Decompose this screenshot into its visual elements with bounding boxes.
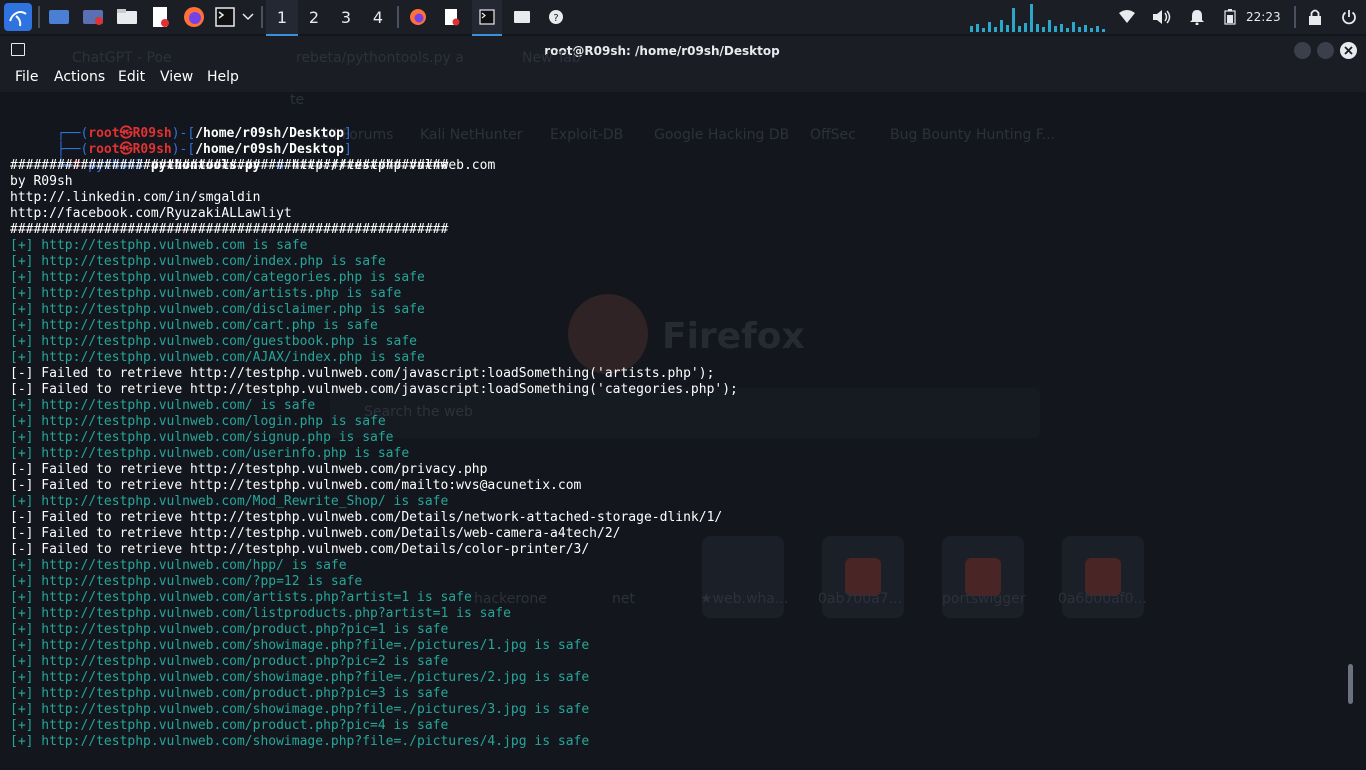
file-manager-icon[interactable] (115, 5, 139, 29)
result-safe-line: [+] http://testphp.vulnweb.com/login.php… (10, 414, 386, 429)
result-safe-line: [+] http://testphp.vulnweb.com/AJAX/inde… (10, 350, 425, 365)
banner-rule: ########################################… (10, 158, 449, 173)
window-task-icon[interactable] (509, 5, 535, 29)
chevron-down-icon[interactable] (241, 5, 255, 29)
cpu-graph (970, 4, 1105, 32)
result-fail-line: [-] Failed to retrieve http://testphp.vu… (10, 526, 621, 541)
terminal-task-icon[interactable] (472, 0, 502, 36)
result-fail-line: [-] Failed to retrieve http://testphp.vu… (10, 542, 590, 557)
banner-link: http://facebook.com/RyuzakiALLawliyt (10, 206, 292, 221)
help-task-icon[interactable]: ? (543, 5, 569, 29)
firefox-icon[interactable] (182, 5, 206, 29)
workspace-2[interactable]: 2 (298, 0, 330, 34)
result-safe-line: [+] http://testphp.vulnweb.com/cart.php … (10, 318, 378, 333)
banner-author: by R09sh (10, 174, 73, 189)
minimize-button[interactable] (1294, 42, 1311, 59)
result-safe-line: [+] http://testphp.vulnweb.com/product.p… (10, 654, 449, 669)
result-safe-line: [+] http://testphp.vulnweb.com/product.p… (10, 622, 449, 637)
result-fail-line: [-] Failed to retrieve http://testphp.vu… (10, 510, 723, 525)
result-safe-line: [+] http://testphp.vulnweb.com/showimage… (10, 702, 590, 717)
taskbar-separator (38, 6, 40, 28)
screen-recorder-icon[interactable] (81, 5, 105, 29)
result-safe-line: [+] http://testphp.vulnweb.com/artists.p… (10, 286, 402, 301)
result-safe-line: [+] http://testphp.vulnweb.com/?pp=12 is… (10, 574, 363, 589)
terminal-window: root@R09sh: /home/r09sh/Desktop File Act… (0, 36, 1366, 768)
result-safe-line: [+] http://testphp.vulnweb.com/product.p… (10, 686, 449, 701)
svg-text:?: ? (553, 13, 558, 24)
result-safe-line: [+] http://testphp.vulnweb.com/index.php… (10, 254, 386, 269)
power-icon[interactable] (1339, 5, 1359, 29)
text-editor-icon[interactable] (150, 5, 172, 29)
result-safe-line: [+] http://testphp.vulnweb.com/showimage… (10, 734, 590, 749)
prompt-line: ├──(root㉿R09sh)-[/home/r09sh/Desktop] (10, 126, 352, 157)
result-safe-line: [+] http://testphp.vulnweb.com/hpp/ is s… (10, 558, 347, 573)
ghost-tab: ChatGPT - Poe (72, 50, 172, 66)
taskbar-separator (1294, 6, 1296, 28)
menu-view[interactable]: View (160, 69, 193, 85)
result-safe-line: [+] http://testphp.vulnweb.com/showimage… (10, 670, 590, 685)
result-fail-line: [-] Failed to retrieve http://testphp.vu… (10, 366, 715, 381)
command-line: └─# python3 pythontools.py -u http://tes… (10, 142, 495, 173)
volume-icon[interactable] (1151, 5, 1173, 29)
banner-rule: ########################################… (10, 222, 449, 237)
taskbar-separator (397, 6, 399, 28)
text-editor-task-icon[interactable] (439, 5, 465, 29)
scrollbar-thumb[interactable] (1348, 664, 1353, 704)
menu-actions[interactable]: Actions (54, 69, 105, 85)
ghost-tab: New Tab (522, 50, 581, 66)
result-safe-line: [+] http://testphp.vulnweb.com/guestbook… (10, 334, 417, 349)
result-safe-line: [+] http://testphp.vulnweb.com/artists.p… (10, 590, 472, 605)
menu-file[interactable]: File (15, 69, 38, 85)
window-title: root@R09sh: /home/r09sh/Desktop (544, 44, 780, 58)
result-safe-line: [+] http://testphp.vulnweb.com/disclaime… (10, 302, 425, 317)
ghost-url: te (290, 92, 305, 108)
result-safe-line: [+] http://testphp.vulnweb.com/showimage… (10, 638, 590, 653)
menu-help[interactable]: Help (207, 69, 239, 85)
wifi-icon[interactable] (1117, 5, 1137, 29)
result-safe-line: [+] http://testphp.vulnweb.com is safe (10, 238, 308, 253)
result-safe-line: [+] http://testphp.vulnweb.com/ is safe (10, 398, 316, 413)
taskbar-separator (261, 6, 263, 28)
result-fail-line: [-] Failed to retrieve http://testphp.vu… (10, 382, 738, 397)
result-fail-line: [-] Failed to retrieve http://testphp.vu… (10, 478, 582, 493)
taskbar: 1 2 3 4 ? 22:23 (0, 0, 1366, 36)
ghost-tab: rebeta/pythontools.py a (296, 50, 464, 66)
result-safe-line: [+] http://testphp.vulnweb.com/product.p… (10, 718, 449, 733)
workspace-3[interactable]: 3 (330, 0, 362, 34)
firefox-task-icon[interactable] (405, 5, 431, 29)
result-safe-line: [+] http://testphp.vulnweb.com/categorie… (10, 270, 425, 285)
clock[interactable]: 22:23 (1246, 0, 1281, 34)
prompt-line: ┌──(root㉿R09sh)-[/home/r09sh/Desktop] (10, 110, 352, 141)
menu-edit[interactable]: Edit (118, 69, 145, 85)
result-fail-line: [-] Failed to retrieve http://testphp.vu… (10, 462, 488, 477)
close-icon (1344, 46, 1353, 55)
battery-icon (1222, 5, 1238, 29)
menubar: File Actions Edit View Help (0, 66, 1366, 92)
kali-menu-icon[interactable] (4, 3, 32, 31)
close-button[interactable] (1340, 42, 1357, 59)
terminal-icon[interactable] (214, 5, 236, 29)
result-safe-line: [+] http://testphp.vulnweb.com/signup.ph… (10, 430, 394, 445)
desktop-icon[interactable] (47, 5, 71, 29)
workspace-1[interactable]: 1 (266, 0, 298, 36)
maximize-button[interactable] (1317, 42, 1334, 59)
banner-link: http://.linkedin.com/in/smgaldin (10, 190, 261, 205)
workspace-4[interactable]: 4 (362, 0, 394, 34)
bell-icon[interactable] (1187, 5, 1207, 29)
result-safe-line: [+] http://testphp.vulnweb.com/Mod_Rewri… (10, 494, 449, 509)
terminal-output[interactable]: ┌──(root㉿R09sh)-[/home/r09sh/Desktop] ├─… (10, 110, 1340, 770)
result-safe-line: [+] http://testphp.vulnweb.com/userinfo.… (10, 446, 410, 461)
titlebar[interactable]: root@R09sh: /home/r09sh/Desktop (0, 36, 1366, 66)
lock-icon[interactable] (1305, 5, 1325, 29)
result-safe-line: [+] http://testphp.vulnweb.com/listprodu… (10, 606, 511, 621)
